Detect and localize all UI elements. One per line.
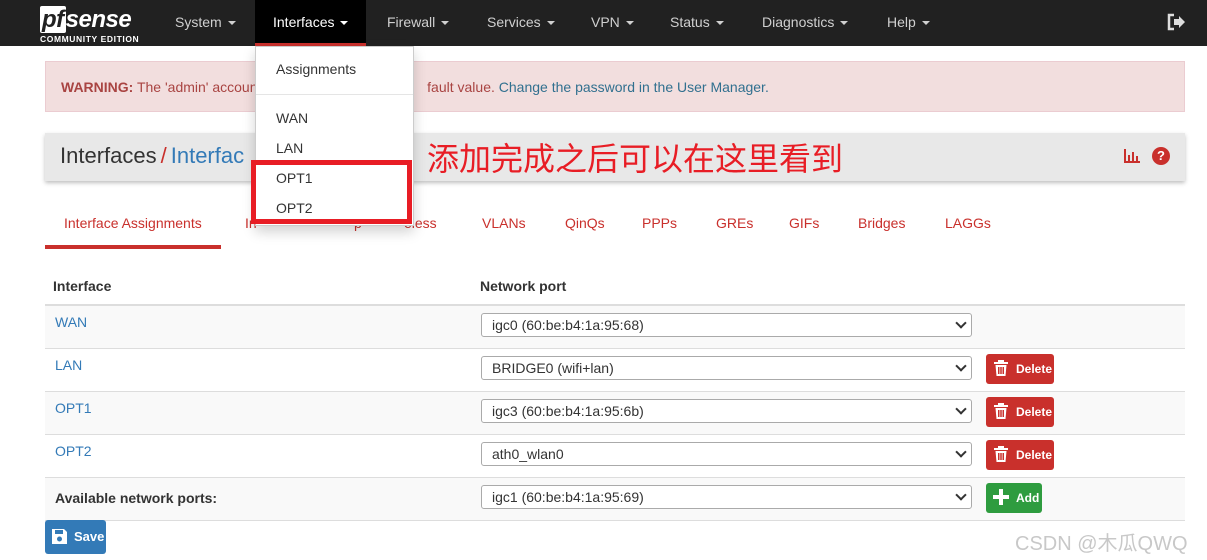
nav-diagnostics[interactable]: Diagnostics: [744, 0, 866, 46]
tab-laggs[interactable]: LAGGs: [926, 205, 1010, 249]
table-header: Interface Network port: [45, 266, 1185, 306]
nav-system[interactable]: System: [157, 0, 254, 46]
header-interface: Interface: [53, 278, 112, 294]
header-network-port: Network port: [480, 278, 567, 294]
table-row: OPT1 igc3 (60:be:b4:1a:95:6b) Delete: [45, 392, 1185, 435]
logo-wordmark: pfsense: [40, 6, 132, 33]
tab-ppps[interactable]: PPPs: [623, 205, 696, 249]
chevron-down-icon: [955, 403, 967, 415]
breadcrumb-separator: /: [160, 143, 167, 168]
nav-firewall[interactable]: Firewall: [369, 0, 467, 46]
plus-icon: [993, 489, 1009, 506]
user-manager-link[interactable]: Change the password in the User Manager.: [499, 79, 769, 95]
chevron-down-icon: [955, 360, 967, 372]
network-port-select-opt1[interactable]: igc3 (60:be:b4:1a:95:6b): [481, 399, 972, 423]
caret-down-icon: [840, 21, 849, 26]
nav-vpn[interactable]: VPN: [573, 0, 652, 46]
tab-gifs[interactable]: GIFs: [770, 205, 838, 249]
annotation-text: 添加完成之后可以在这里看到: [427, 141, 844, 177]
annotation-highlight-box: [251, 160, 412, 224]
tab-interface-assignments[interactable]: Interface Assignments: [45, 205, 221, 249]
chevron-down-icon: [955, 317, 967, 329]
breadcrumb: Interfaces / Interfac: [60, 143, 244, 169]
nav-services[interactable]: Services: [469, 0, 573, 46]
warning-prefix: WARNING:: [61, 79, 134, 95]
caret-down-icon: [227, 21, 236, 26]
available-ports-label: Available network ports:: [55, 490, 218, 506]
menu-item-lan[interactable]: LAN: [276, 140, 303, 156]
menu-item-wan[interactable]: WAN: [276, 110, 308, 126]
caret-down-icon: [441, 21, 450, 26]
table-row: OPT2 ath0_wlan0 Delete: [45, 435, 1185, 478]
chevron-down-icon: [955, 446, 967, 458]
warning-text-start: The 'admin' account: [136, 79, 262, 95]
interface-link-opt2[interactable]: OPT2: [55, 443, 92, 459]
tab-bridges[interactable]: Bridges: [839, 205, 924, 249]
tab-qinqs[interactable]: QinQs: [546, 205, 624, 249]
nav-status[interactable]: Status: [652, 0, 742, 46]
csdn-watermark: CSDN @木瓜QWQ: [1015, 533, 1188, 555]
menu-item-assignments[interactable]: Assignments: [276, 61, 356, 77]
breadcrumb-current[interactable]: Interfac: [171, 143, 244, 168]
caret-down-icon: [546, 21, 555, 26]
table-row: LAN BRIDGE0 (wifi+lan) Delete: [45, 349, 1185, 392]
add-interface-button[interactable]: Add: [986, 483, 1042, 513]
chevron-down-icon: [955, 489, 967, 501]
help-icon[interactable]: ?: [1152, 147, 1170, 165]
bar-chart-icon[interactable]: [1123, 148, 1141, 164]
warning-text-end: fault value.: [427, 79, 495, 95]
save-button[interactable]: Save: [45, 520, 106, 554]
table-row: WAN igc0 (60:be:b4:1a:95:68): [45, 306, 1185, 349]
delete-opt1-button[interactable]: Delete: [986, 397, 1054, 427]
available-port-select[interactable]: igc1 (60:be:b4:1a:95:69): [481, 485, 972, 509]
top-navbar: pfsense COMMUNITY EDITION System Interfa…: [0, 0, 1207, 46]
trash-icon: [994, 446, 1008, 463]
pfsense-logo[interactable]: pfsense COMMUNITY EDITION: [40, 6, 150, 44]
interface-link-wan[interactable]: WAN: [55, 314, 87, 330]
nav-help[interactable]: Help: [869, 0, 948, 46]
logo-edition: COMMUNITY EDITION: [40, 34, 140, 44]
network-port-select-lan[interactable]: BRIDGE0 (wifi+lan): [481, 356, 972, 380]
caret-down-icon: [625, 21, 634, 26]
network-port-select-wan[interactable]: igc0 (60:be:b4:1a:95:68): [481, 313, 972, 337]
delete-opt2-button[interactable]: Delete: [986, 440, 1054, 470]
trash-icon: [994, 403, 1008, 420]
interface-link-lan[interactable]: LAN: [55, 357, 82, 373]
tab-vlans[interactable]: VLANs: [463, 205, 545, 249]
delete-lan-button[interactable]: Delete: [986, 354, 1054, 384]
floppy-disk-icon: [52, 528, 67, 544]
nav-interfaces[interactable]: Interfaces: [255, 0, 367, 46]
logout-icon[interactable]: [1166, 12, 1186, 32]
admin-password-warning: WARNING: The 'admin' account fault value…: [45, 61, 1185, 112]
interface-link-opt1[interactable]: OPT1: [55, 400, 92, 416]
caret-down-icon: [340, 21, 349, 26]
caret-down-icon: [921, 21, 930, 26]
network-port-select-opt2[interactable]: ath0_wlan0: [481, 442, 972, 466]
menu-divider: [256, 94, 413, 95]
trash-icon: [994, 360, 1008, 377]
caret-down-icon: [715, 21, 724, 26]
tab-gres[interactable]: GREs: [697, 205, 772, 249]
interface-tabs: Interface Assignments In p eless VLANs Q…: [45, 205, 1185, 249]
table-row-available-ports: Available network ports: igc1 (60:be:b4:…: [45, 478, 1185, 521]
breadcrumb-root: Interfaces: [60, 143, 157, 168]
